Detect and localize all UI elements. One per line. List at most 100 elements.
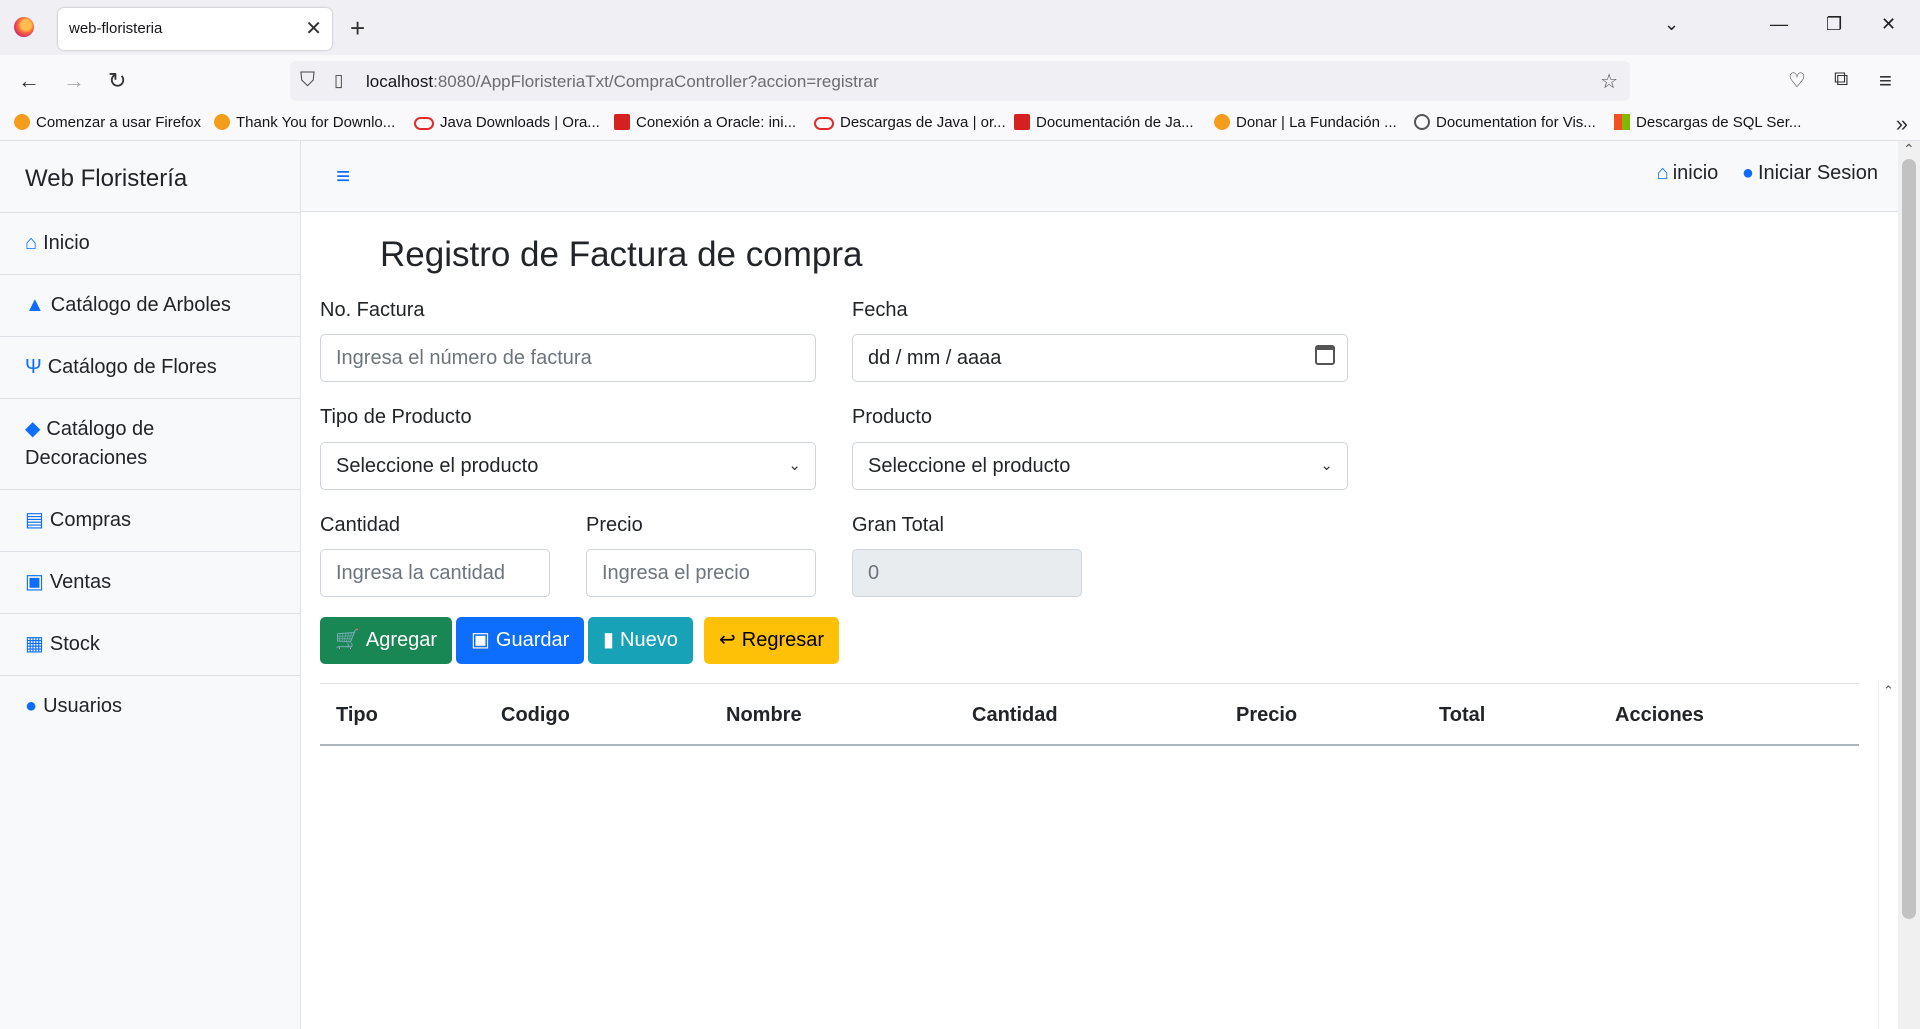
- regresar-button[interactable]: ↩ Regresar: [704, 617, 840, 664]
- main-content: ≡ ⌂ inicio ● Iniciar Sesion Registro de Fa…: [301, 141, 1898, 1029]
- page-scrollbar[interactable]: ⌃: [1898, 141, 1920, 1029]
- scroll-up-icon[interactable]: ⌃: [1903, 141, 1915, 158]
- menu-icon[interactable]: ≡: [1879, 68, 1892, 94]
- bookmark-item[interactable]: Documentación de Ja...: [1014, 114, 1194, 131]
- back-icon[interactable]: ←: [18, 68, 40, 94]
- new-tab-button[interactable]: +: [350, 13, 365, 44]
- browser-tab-bar: web-floristeria ✕ + ⌄ — ❐ ✕: [0, 0, 1920, 55]
- column-header-codigo[interactable]: Codigo: [501, 704, 570, 727]
- url-bar[interactable]: ⛉ ▯ localhost:8080/AppFloristeriaTxt/Com…: [290, 61, 1630, 101]
- sidebar-item-usuarios[interactable]: ● Usuarios: [0, 676, 300, 737]
- cash-icon: ▣: [25, 571, 44, 593]
- firefox-icon: [14, 114, 30, 130]
- user-icon: ●: [25, 695, 38, 717]
- top-nav-links: ⌂ inicio ● Iniciar Sesion: [1639, 162, 1878, 185]
- url-text[interactable]: localhost:8080/AppFloristeriaTxt/CompraC…: [366, 72, 879, 92]
- hamburger-icon[interactable]: ≡: [336, 163, 350, 191]
- sidebar-item-stock[interactable]: ▦ Stock: [0, 614, 300, 676]
- cart-plus-icon: 🛒: [335, 629, 360, 651]
- scroll-up-icon[interactable]: ⌃: [1883, 683, 1894, 699]
- bookmark-item[interactable]: Descargas de Java | or...: [814, 114, 1006, 131]
- tree-icon: ▲: [25, 294, 45, 316]
- chevron-down-icon: ⌄: [788, 457, 801, 474]
- restore-icon[interactable]: ❐: [1826, 14, 1842, 35]
- bookmark-item[interactable]: Java Downloads | Ora...: [414, 114, 600, 131]
- user-icon: ●: [1741, 162, 1754, 184]
- store-icon: ▤: [25, 509, 44, 531]
- chevron-down-icon: ⌄: [1320, 457, 1333, 474]
- column-header-cantidad[interactable]: Cantidad: [972, 704, 1058, 727]
- column-header-precio[interactable]: Precio: [1236, 704, 1297, 727]
- save-icon: ▣: [471, 629, 490, 651]
- forward-icon[interactable]: →: [63, 68, 85, 94]
- oracle-icon: [414, 117, 434, 130]
- agregar-button[interactable]: 🛒 Agregar: [320, 617, 453, 664]
- compras-table: Tipo Codigo Nombre Cantidad Precio Total…: [320, 683, 1859, 746]
- file-icon: ▮: [603, 629, 615, 651]
- reply-icon: ↩: [719, 629, 736, 651]
- nav-link-login[interactable]: ● Iniciar Sesion: [1742, 162, 1878, 184]
- list-tabs-icon[interactable]: ⌄: [1664, 14, 1679, 35]
- ef-icon: [214, 114, 230, 130]
- fecha-input[interactable]: dd / mm / aaaa: [852, 334, 1348, 382]
- pocket-icon[interactable]: ♡: [1788, 68, 1806, 93]
- gran-total-label: Gran Total: [852, 514, 944, 536]
- brand-title[interactable]: Web Floristería: [0, 141, 300, 213]
- column-header-total[interactable]: Total: [1439, 704, 1485, 727]
- producto-label: Producto: [852, 406, 933, 428]
- home-icon: ⌂: [25, 232, 38, 254]
- gem-icon: ◆: [25, 418, 41, 440]
- reload-icon[interactable]: ↻: [108, 68, 126, 94]
- nav-link-inicio[interactable]: ⌂ inicio: [1657, 162, 1719, 184]
- home-icon: ⌂: [1656, 162, 1669, 184]
- sidebar-item-ventas[interactable]: ▣ Ventas: [0, 552, 300, 614]
- shield-icon[interactable]: ⛉: [300, 69, 315, 92]
- ef-icon: [1214, 114, 1230, 130]
- more-bookmarks-icon[interactable]: »: [1896, 111, 1908, 137]
- sidebar: Web Floristería ⌂ Inicio ▲ Catálogo de Arb…: [0, 141, 301, 1029]
- sidebar-item-decoraciones[interactable]: ◆ Catálogo de Decoraciones: [0, 399, 300, 490]
- bookmark-item[interactable]: Comenzar a usar Firefox: [14, 114, 201, 131]
- precio-label: Precio: [586, 514, 643, 536]
- sidebar-item-inicio[interactable]: ⌂ Inicio: [0, 213, 300, 275]
- minimize-icon[interactable]: —: [1770, 14, 1788, 35]
- cantidad-input[interactable]: Ingresa la cantidad: [320, 549, 550, 597]
- column-header-acciones[interactable]: Acciones: [1615, 704, 1704, 727]
- bookmark-item[interactable]: Descargas de SQL Ser...: [1614, 114, 1801, 131]
- nuevo-button[interactable]: ▮ Nuevo: [588, 617, 693, 664]
- sidebar-item-flores[interactable]: Ψ Catálogo de Flores: [0, 337, 300, 399]
- window-close-icon[interactable]: ✕: [1881, 14, 1896, 35]
- factura-input[interactable]: Ingresa el número de factura: [320, 334, 816, 382]
- tipo-producto-label: Tipo de Producto: [320, 406, 472, 428]
- page-icon[interactable]: ▯: [334, 71, 343, 91]
- globe-icon: [1414, 114, 1430, 130]
- factura-label: No. Factura: [320, 299, 425, 321]
- bookmark-star-icon[interactable]: ☆: [1600, 69, 1618, 94]
- guardar-button[interactable]: ▣ Guardar: [456, 617, 585, 664]
- bookmark-item[interactable]: Documentation for Vis...: [1414, 114, 1596, 131]
- scrollbar-thumb[interactable]: [1902, 159, 1916, 919]
- bookmark-item[interactable]: Thank You for Downlo...: [214, 114, 395, 131]
- fecha-label: Fecha: [852, 299, 908, 321]
- seedling-icon: Ψ: [25, 356, 42, 378]
- sidebar-item-arboles[interactable]: ▲ Catálogo de Arboles: [0, 275, 300, 337]
- bookmark-item[interactable]: Donar | La Fundación ...: [1214, 114, 1397, 131]
- column-header-tipo[interactable]: Tipo: [336, 704, 378, 727]
- redsquare-icon: [1014, 114, 1030, 130]
- extensions-icon[interactable]: ⧉: [1834, 68, 1848, 91]
- producto-select[interactable]: Seleccione el producto ⌄: [852, 442, 1348, 490]
- column-header-nombre[interactable]: Nombre: [726, 704, 802, 727]
- close-icon[interactable]: ✕: [305, 16, 322, 41]
- redsquare-icon: [614, 114, 630, 130]
- table-scrollbar[interactable]: ⌃: [1878, 681, 1898, 1029]
- tipo-producto-select[interactable]: Seleccione el producto ⌄: [320, 442, 816, 490]
- bookmarks-bar: Comenzar a usar Firefox Thank You for Do…: [0, 107, 1920, 141]
- sidebar-item-compras[interactable]: ▤ Compras: [0, 490, 300, 552]
- calendar-icon[interactable]: [1315, 345, 1335, 365]
- browser-tab[interactable]: web-floristeria ✕: [58, 8, 332, 50]
- tab-title: web-floristeria: [69, 20, 163, 37]
- cantidad-label: Cantidad: [320, 514, 401, 536]
- firefox-icon[interactable]: [14, 17, 34, 37]
- precio-input[interactable]: Ingresa el precio: [586, 549, 816, 597]
- bookmark-item[interactable]: Conexión a Oracle: ini...: [614, 114, 796, 131]
